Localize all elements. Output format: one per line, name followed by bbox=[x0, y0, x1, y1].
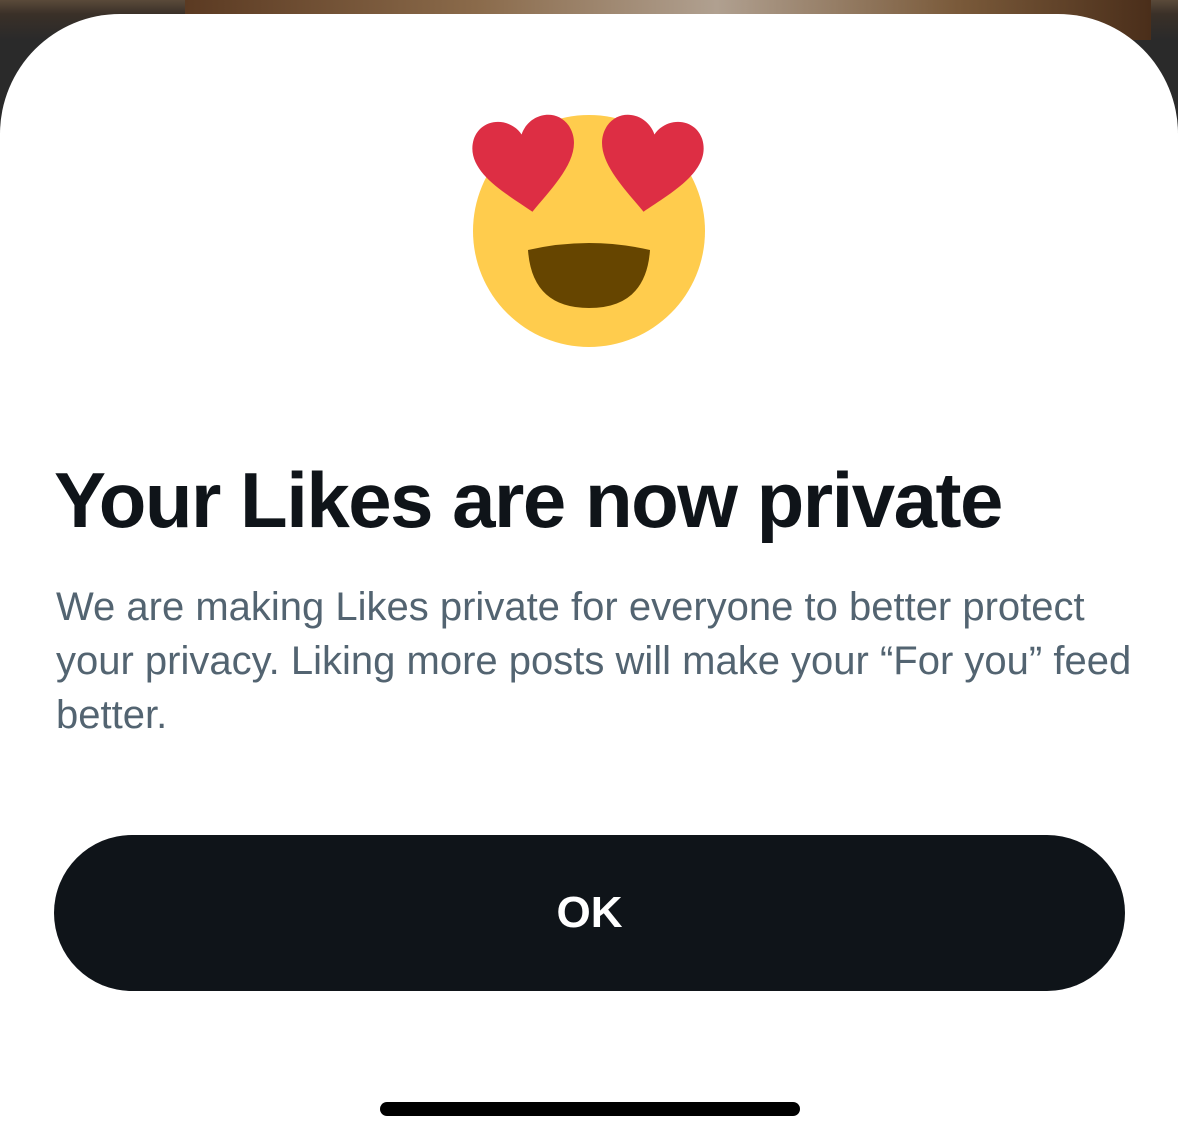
dialog-title: Your Likes are now private bbox=[54, 456, 1003, 544]
dialog-description: We are making Likes private for everyone… bbox=[56, 585, 1132, 737]
ok-button[interactable]: OK bbox=[54, 835, 1125, 991]
smiling-face-with-heart-eyes-icon bbox=[472, 114, 705, 347]
home-indicator[interactable] bbox=[380, 1102, 800, 1116]
